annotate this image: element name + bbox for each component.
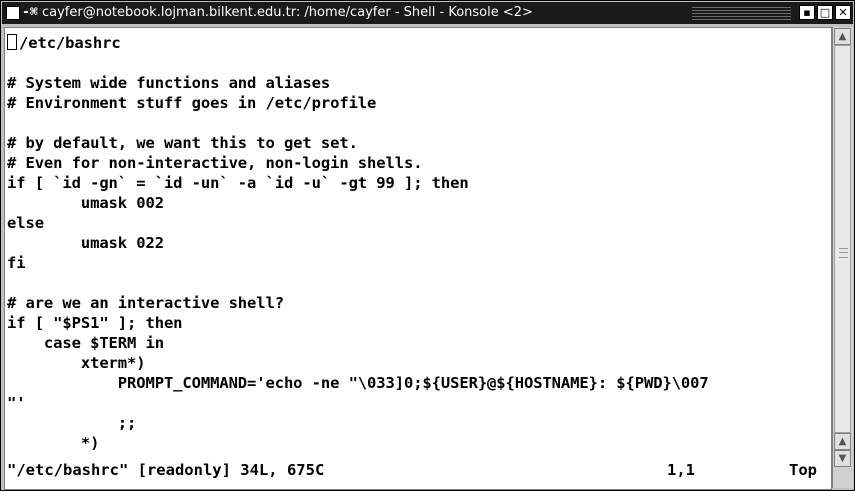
terminal-line: PROMPT_COMMAND='echo -ne "\033]0;${USER}… bbox=[7, 374, 709, 392]
terminal-line: /etc/bashrc bbox=[19, 34, 121, 52]
window-title: cayfer@notebook.lojman.bilkent.edu.tr: /… bbox=[42, 5, 533, 20]
vim-status-line: "/etc/bashrc" [readonly] 34L, 675C 1,1 Top bbox=[7, 460, 827, 480]
terminal-line: fi bbox=[7, 254, 26, 272]
terminal-line: "' bbox=[7, 394, 26, 412]
minimize-button[interactable]: ▪ bbox=[799, 5, 815, 20]
status-file-info: "/etc/bashrc" [readonly] 34L, 675C bbox=[7, 461, 325, 479]
terminal-line: case $TERM in bbox=[7, 334, 164, 352]
terminal-line: if [ `id -gn` = `id -un` -a `id -u` -gt … bbox=[7, 174, 469, 192]
scrollbar-track[interactable] bbox=[834, 45, 851, 433]
terminal-line: # by default, we want this to get set. bbox=[7, 134, 358, 152]
terminal-text: /etc/bashrc # System wide functions and … bbox=[7, 33, 709, 453]
terminal-line: # are we an interactive shell? bbox=[7, 294, 284, 312]
title-bar-stripes bbox=[692, 6, 791, 20]
terminal-line: if [ "$PS1" ]; then bbox=[7, 314, 183, 332]
terminal-line: umask 022 bbox=[7, 234, 164, 252]
terminal-area[interactable]: /etc/bashrc # System wide functions and … bbox=[4, 27, 832, 490]
scroll-up-button-lower[interactable]: ▲ bbox=[834, 433, 851, 450]
konsole-icon: -⌘ bbox=[22, 5, 38, 20]
terminal-line: # Environment stuff goes in /etc/profile bbox=[7, 94, 377, 112]
terminal-line: *) bbox=[7, 434, 100, 452]
terminal-line: # Even for non-interactive, non-login sh… bbox=[7, 154, 423, 172]
konsole-window: -⌘ cayfer@notebook.lojman.bilkent.edu.tr… bbox=[0, 0, 855, 491]
scroll-up-button[interactable]: ▲ bbox=[834, 28, 851, 45]
terminal-line: umask 002 bbox=[7, 194, 164, 212]
terminal-line: else bbox=[7, 214, 44, 232]
terminal-line: xterm*) bbox=[7, 354, 146, 372]
maximize-button[interactable]: □ bbox=[817, 5, 833, 20]
status-cursor-position: 1,1 bbox=[667, 461, 695, 479]
window-menu-icon[interactable] bbox=[6, 6, 20, 20]
text-cursor bbox=[7, 34, 17, 50]
status-scroll-position: Top bbox=[789, 461, 817, 479]
vertical-scrollbar[interactable]: ▲ ▲ ▼ bbox=[832, 27, 853, 488]
title-bar[interactable]: -⌘ cayfer@notebook.lojman.bilkent.edu.tr… bbox=[2, 2, 853, 24]
terminal-line: # System wide functions and aliases bbox=[7, 74, 331, 92]
terminal-line: ;; bbox=[7, 414, 137, 432]
scroll-down-button[interactable]: ▼ bbox=[834, 450, 851, 467]
scrollbar-grip-icon[interactable] bbox=[839, 248, 848, 258]
close-button[interactable]: ✕ bbox=[835, 5, 851, 20]
